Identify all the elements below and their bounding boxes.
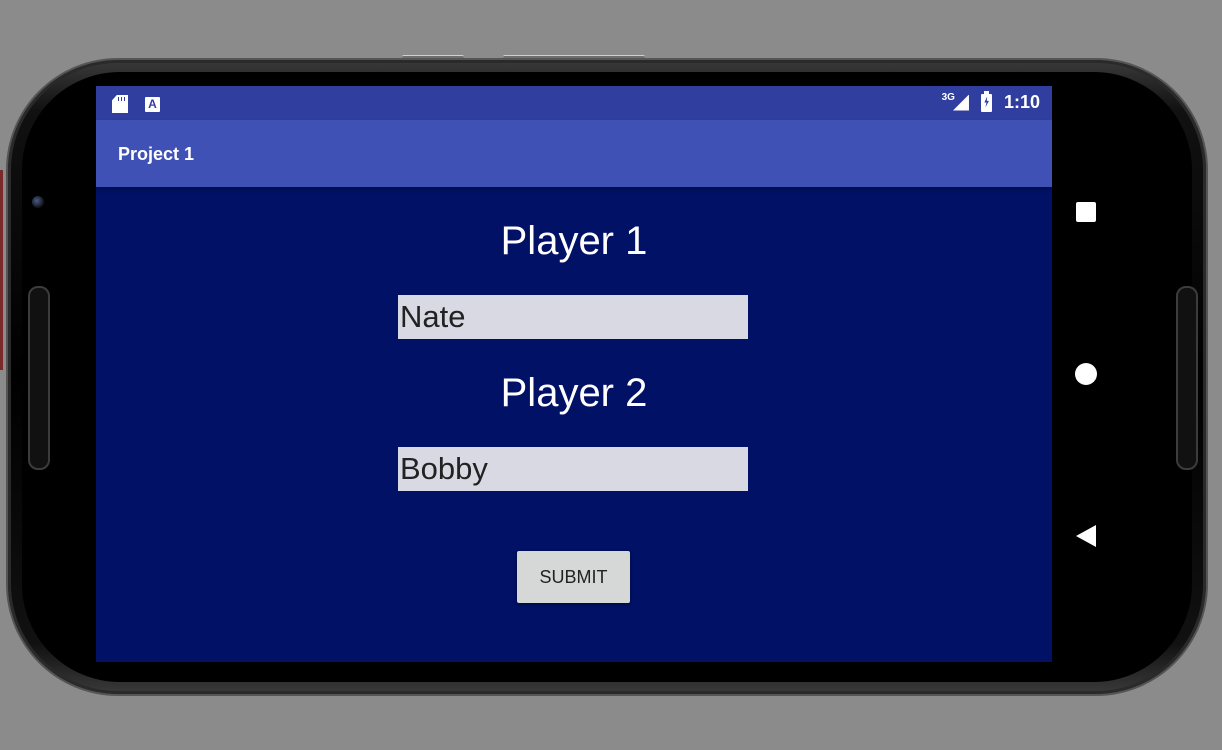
status-bar: A 3G 1:10 <box>96 86 1052 120</box>
app-title: Project 1 <box>118 144 195 164</box>
system-icons: 3G 1:10 <box>941 90 1040 113</box>
player1-name-input[interactable] <box>398 295 748 339</box>
notification-icons: A <box>112 95 160 113</box>
emulator-background: A 3G 1:10 Project 1 Player 1 Player 2 SU… <box>0 0 1222 750</box>
navigation-bar <box>1052 86 1118 662</box>
back-button[interactable] <box>1074 524 1098 548</box>
player2-name-input[interactable] <box>398 447 748 491</box>
submit-button[interactable]: SUBMIT <box>517 551 630 603</box>
home-icon <box>1075 363 1097 385</box>
signal-icon <box>952 94 969 111</box>
app-toolbar: Project 1 <box>96 120 1052 187</box>
status-clock: 1:10 <box>1003 92 1040 112</box>
network-type-label: 3G <box>941 92 955 103</box>
back-icon <box>1076 525 1096 547</box>
speaker-grille-left <box>28 286 50 470</box>
device-screen: A 3G 1:10 Project 1 Player 1 Player 2 SU… <box>96 86 1052 662</box>
recent-apps-icon <box>1076 202 1096 222</box>
sd-card-icon <box>112 95 128 113</box>
player1-label: Player 1 <box>500 219 648 263</box>
speaker-grille-right <box>1176 286 1198 470</box>
player-form: Player 1 Player 2 SUBMIT <box>96 187 1052 662</box>
window-edge <box>0 170 3 370</box>
battery-charging-icon <box>980 90 992 112</box>
player2-label: Player 2 <box>500 371 648 415</box>
recent-apps-button[interactable] <box>1074 200 1098 224</box>
front-camera <box>32 196 44 208</box>
home-button[interactable] <box>1074 362 1098 386</box>
app-notification-icon: A <box>145 96 160 112</box>
